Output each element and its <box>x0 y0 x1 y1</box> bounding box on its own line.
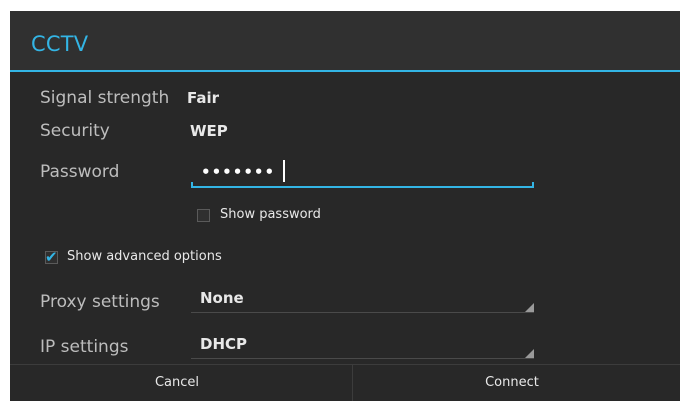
show-advanced-checkbox[interactable]: ✔ <box>45 248 58 266</box>
dialog-button-bar: Cancel Connect <box>10 364 680 401</box>
dialog-title-bar: CCTV <box>10 11 680 70</box>
spinner-underline <box>191 312 534 313</box>
signal-strength-label: Signal strength <box>40 88 170 108</box>
show-password-label[interactable]: Show password <box>220 207 321 222</box>
connect-button[interactable]: Connect <box>345 365 679 401</box>
proxy-settings-value: None <box>200 289 244 307</box>
spinner-corner-icon <box>525 349 534 358</box>
signal-strength-value: Fair <box>187 89 220 107</box>
text-caret <box>283 160 285 182</box>
dialog-title: CCTV <box>31 32 89 56</box>
password-underline-left-tick <box>191 182 193 188</box>
proxy-settings-label: Proxy settings <box>40 292 160 312</box>
security-value: WEP <box>190 122 228 140</box>
title-divider <box>10 70 680 72</box>
password-label: Password <box>40 162 120 182</box>
wifi-network-dialog: CCTV Signal strength Fair Security WEP P… <box>10 11 680 401</box>
spinner-corner-icon <box>525 303 534 312</box>
ip-settings-spinner[interactable]: DHCP <box>191 333 534 359</box>
check-mark-icon: ✔ <box>45 248 58 266</box>
cancel-button[interactable]: Cancel <box>10 365 344 401</box>
ip-settings-value: DHCP <box>200 335 248 353</box>
password-value: ••••••• <box>201 163 276 181</box>
password-underline <box>191 186 534 188</box>
show-advanced-label[interactable]: Show advanced options <box>67 249 222 264</box>
security-label: Security <box>40 121 110 141</box>
password-underline-right-tick <box>532 182 534 188</box>
ip-settings-label: IP settings <box>40 337 129 357</box>
show-password-checkbox[interactable] <box>197 209 210 222</box>
spinner-underline <box>191 358 534 359</box>
proxy-settings-spinner[interactable]: None <box>191 287 534 313</box>
password-input[interactable]: ••••••• <box>191 159 534 188</box>
